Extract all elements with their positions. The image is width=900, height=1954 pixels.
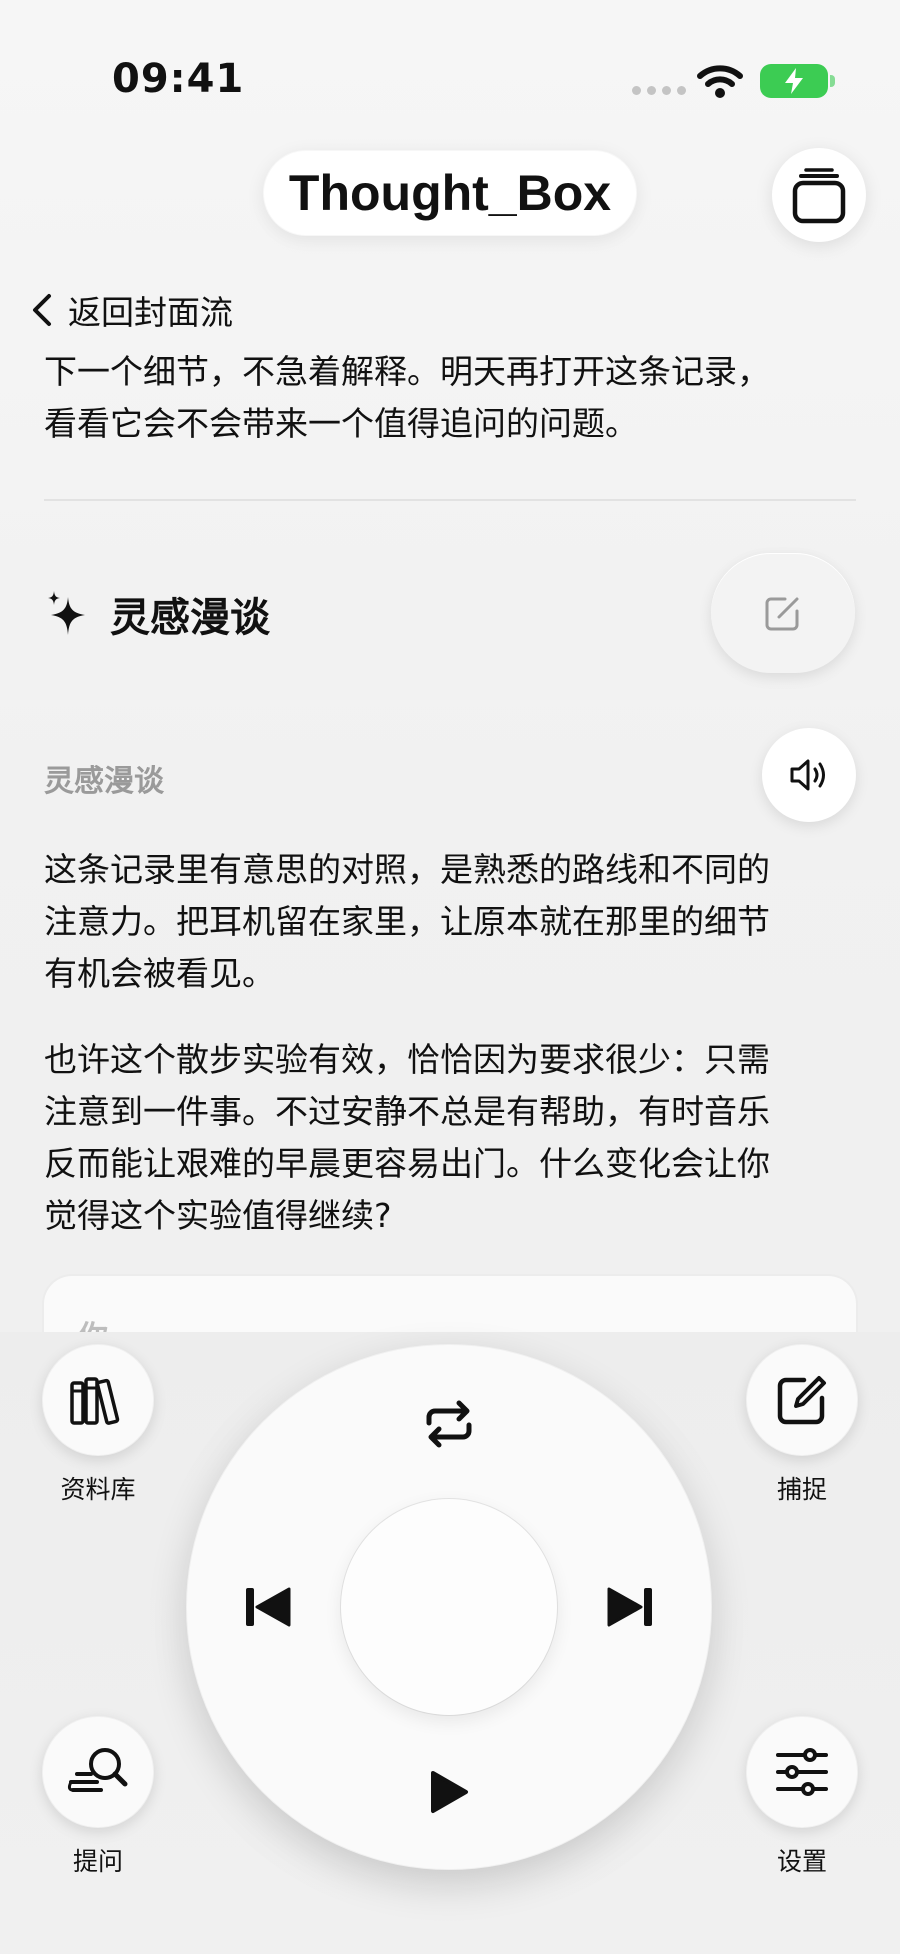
play-icon [431, 1771, 468, 1813]
cards-stack-icon [792, 168, 846, 224]
settings-label: 设置 [776, 1847, 827, 1876]
library-label: 资料库 [60, 1475, 136, 1504]
next-icon [607, 1587, 652, 1627]
next-button[interactable] [600, 1581, 660, 1633]
click-wheel[interactable] [186, 1344, 712, 1870]
wheel-center-button[interactable] [341, 1499, 557, 1715]
cards-stack-button[interactable] [772, 148, 866, 242]
edit-button[interactable] [711, 553, 855, 673]
inspiration-heading: 灵感漫谈 [44, 585, 270, 643]
play-button[interactable] [419, 1764, 479, 1820]
sparkles-icon [48, 591, 85, 635]
inspiration-paragraph-2: 也许这个散步实验有效，恰恰因为要求很少：只需 注意到一件事。不过安静不总是有帮助… [44, 1040, 770, 1235]
back-label: 返回封面流 [68, 293, 233, 332]
inspiration-paragraph-1: 这条记录里有意思的对照，是熟悉的路线和不同的 注意力。把耳机留在家里，让原本就在… [44, 850, 770, 993]
status-time: 09:41 [112, 56, 245, 102]
ask-search-icon [67, 1748, 128, 1792]
signal-dots-icon [632, 86, 686, 95]
capture-button[interactable]: 捕捉 [732, 1344, 872, 1506]
entry-text: 下一个细节，不急着解释。明天再打开这条记录， 看看它会不会带来一个值得追问的问题… [44, 352, 770, 443]
previous-icon [246, 1587, 291, 1627]
app-title: Thought_Box [263, 150, 637, 236]
back-to-cover-flow[interactable]: 返回封面流 [30, 286, 233, 334]
library-button[interactable]: 资料库 [28, 1344, 168, 1506]
compose-icon [777, 1376, 826, 1425]
ask-button[interactable]: 提问 [28, 1716, 168, 1878]
repeat-icon [426, 1400, 472, 1448]
wifi-icon [696, 62, 744, 104]
repeat-button[interactable] [419, 1396, 479, 1452]
divider [44, 499, 856, 501]
battery-icon [760, 64, 835, 98]
ask-label: 提问 [72, 1847, 123, 1876]
previous-button[interactable] [238, 1581, 298, 1633]
speaker-icon [790, 759, 825, 791]
books-icon [70, 1377, 120, 1425]
sliders-icon [776, 1748, 828, 1796]
edit-icon [765, 597, 799, 631]
capture-label: 捕捉 [776, 1475, 827, 1504]
read-aloud-button[interactable] [762, 728, 856, 822]
settings-button[interactable]: 设置 [732, 1716, 872, 1878]
chevron-left-icon [33, 294, 51, 326]
inspiration-sub-label: 灵感漫谈 [44, 764, 164, 799]
